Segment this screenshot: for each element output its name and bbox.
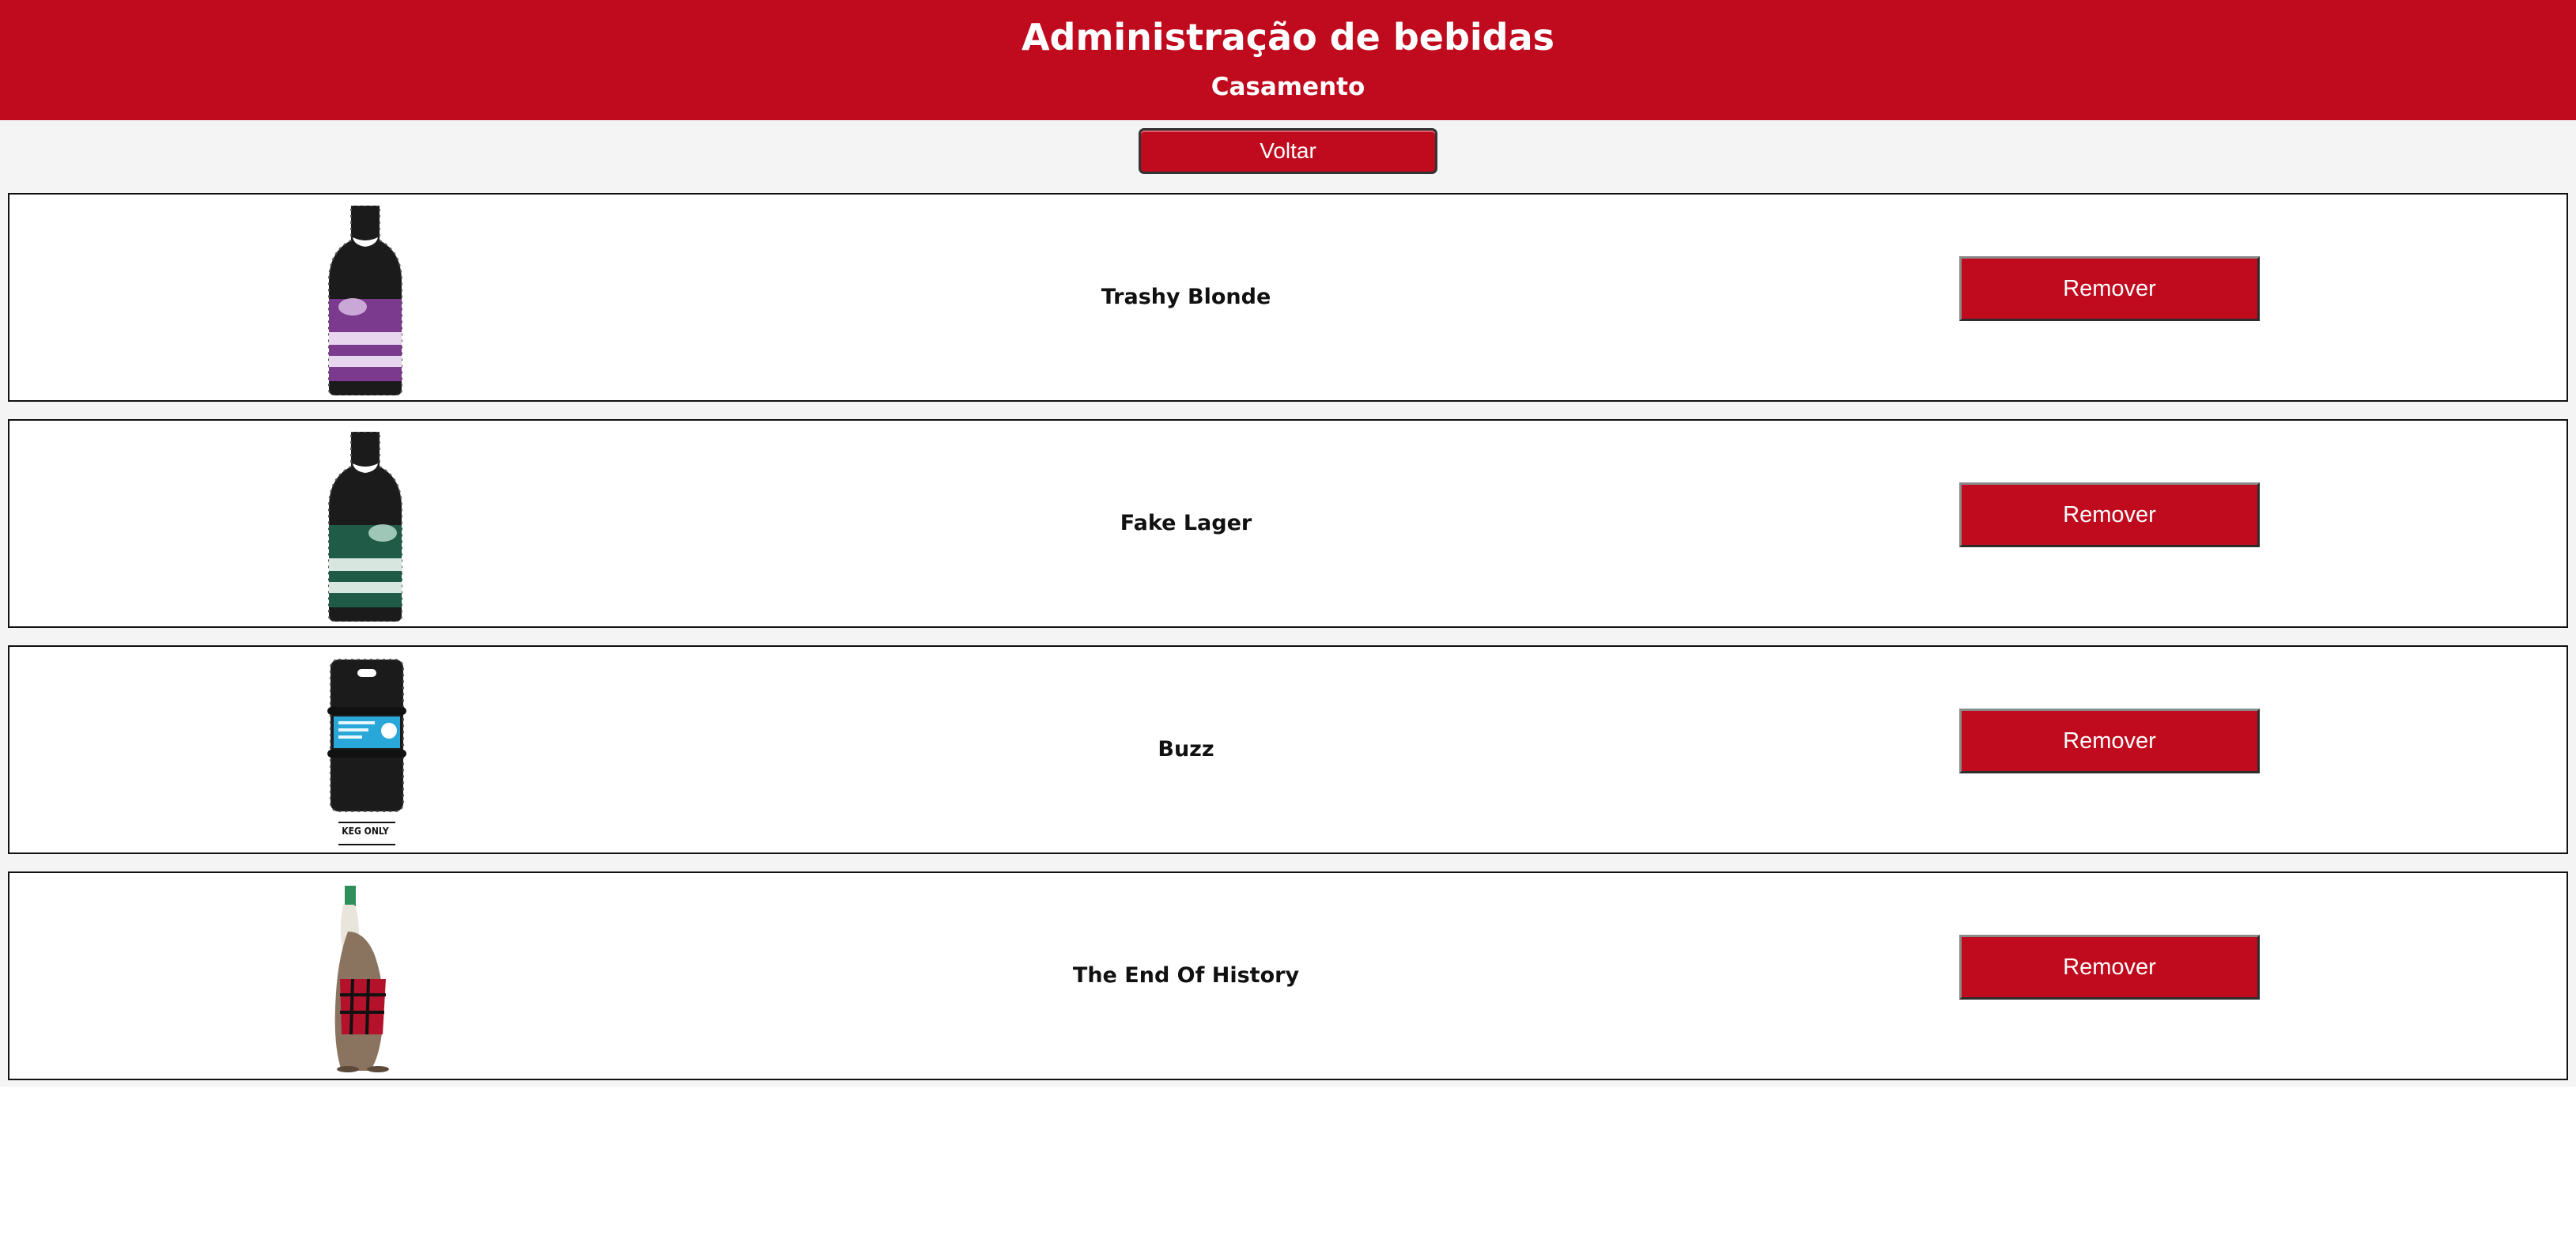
remove-button[interactable]: Remover xyxy=(1959,709,2260,773)
main-content: Voltar Trashy Blonde Remover Fake Lager … xyxy=(0,120,2576,1087)
remove-button[interactable]: Remover xyxy=(1959,256,2260,321)
drink-row: The End Of History Remover xyxy=(8,871,2568,1080)
buzz-keg-image xyxy=(327,659,406,845)
fake-lager-bottle-image xyxy=(328,432,402,622)
drink-name: The End Of History xyxy=(1072,963,1300,988)
drink-name: Trashy Blonde xyxy=(1101,285,1271,309)
remove-button[interactable]: Remover xyxy=(1959,482,2260,547)
remove-button[interactable]: Remover xyxy=(1959,935,2260,1000)
end-of-history-bottle-image xyxy=(334,886,389,1072)
back-button[interactable]: Voltar xyxy=(1139,128,1437,174)
page-title: Administração de bebidas xyxy=(1021,16,1555,59)
keg-only-label: KEG ONLY xyxy=(342,826,389,837)
drink-name: Fake Lager xyxy=(1120,511,1252,535)
drink-row: KEG ONLY Buzz Remover xyxy=(8,645,2568,854)
drink-list: Trashy Blonde Remover Fake Lager Remover xyxy=(0,193,2576,1080)
page-header: Administração de bebidas Casamento xyxy=(0,0,2576,120)
drink-row: Trashy Blonde Remover xyxy=(8,193,2568,402)
drink-name: Buzz xyxy=(1158,737,1214,762)
drink-row: Fake Lager Remover xyxy=(8,419,2568,628)
page-subtitle: Casamento xyxy=(1211,73,1365,101)
trashy-blonde-bottle-image xyxy=(328,206,402,395)
